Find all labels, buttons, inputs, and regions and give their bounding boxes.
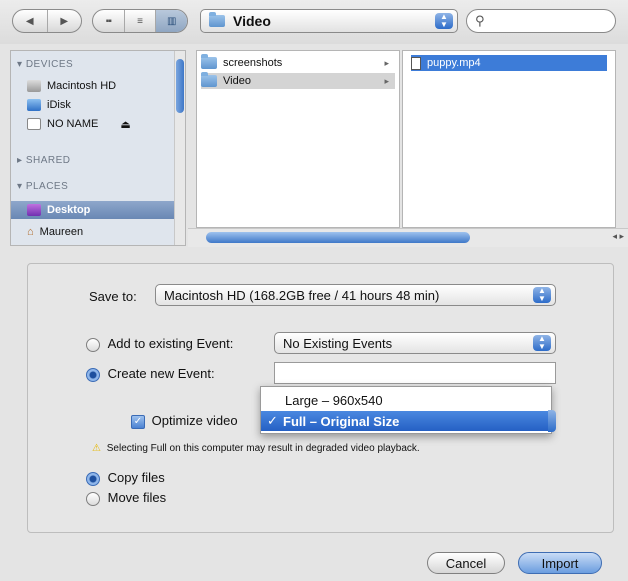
optimize-video-checkbox[interactable]: ✓ Optimize video [131, 413, 238, 429]
forward-button[interactable]: ▶ [48, 10, 82, 32]
popup-arrows-icon: ▲ ▼ [435, 13, 453, 29]
copy-files-radio[interactable]: Copy files [86, 470, 165, 486]
icon-view-button[interactable]: ▪▪ [93, 10, 125, 32]
sidebar-scrollbar[interactable] [174, 51, 185, 245]
cancel-button[interactable]: Cancel [427, 552, 505, 574]
sidebar-scroll-thumb[interactable] [176, 59, 184, 113]
add-existing-radio[interactable]: Add to existing Event: [86, 336, 233, 352]
radio-off-icon [86, 337, 100, 352]
move-files-radio[interactable]: Move files [86, 490, 166, 506]
chevron-right-icon: ▸ [384, 57, 389, 68]
disclosure-closed-icon: ▸ [17, 155, 26, 166]
search-icon: ⚲ [475, 13, 485, 28]
menu-item-full-original[interactable]: ✓ Full – Original Size [261, 411, 551, 431]
checkmark-icon: ✓ [267, 413, 278, 428]
scroll-arrows-icon[interactable]: ◂ ▸ [612, 231, 624, 242]
back-forward-control: ◀ ▶ [12, 9, 82, 33]
folder-icon [201, 54, 217, 69]
warning-icon: ⚠ [92, 443, 101, 454]
sidebar: ▾ DEVICES Macintosh HD iDisk NO NAME ⏏ ▸… [10, 50, 186, 246]
browser-horizontal-scrollbar[interactable]: ◂ ▸ [188, 228, 628, 247]
column-view-button[interactable]: ▥ [156, 10, 187, 32]
search-input[interactable]: ⚲ [466, 9, 616, 33]
radio-on-icon [86, 367, 100, 382]
eject-icon[interactable]: ⏏ [120, 118, 130, 131]
volume-icon [27, 118, 41, 130]
sidebar-header-places[interactable]: ▾ PLACES [17, 181, 68, 192]
toolbar: ◀ ▶ ▪▪ ≡ ▥ Video ▲ ▼ ⚲ [0, 0, 628, 44]
menu-item-large[interactable]: Large – 960x540 [261, 390, 551, 410]
back-button[interactable]: ◀ [13, 10, 48, 32]
list-view-icon: ≡ [137, 15, 143, 27]
save-to-label: Save to: [89, 289, 137, 304]
import-button[interactable]: Import [518, 552, 602, 574]
existing-events-value: No Existing Events [283, 335, 393, 351]
folder-icon [209, 12, 225, 27]
radio-off-icon [86, 491, 100, 506]
sidebar-item-idisk[interactable]: iDisk [27, 96, 71, 114]
save-to-popup[interactable]: Macintosh HD (168.2GB free / 41 hours 48… [155, 284, 556, 306]
new-event-name-field[interactable] [274, 362, 556, 384]
idisk-icon [27, 99, 41, 111]
view-mode-control: ▪▪ ≡ ▥ [92, 9, 188, 33]
browser-column-2: puppy.mp4 [402, 50, 616, 228]
warning-message: ⚠ Selecting Full on this computer may re… [92, 443, 420, 454]
home-icon: ⌂ [27, 226, 34, 238]
sidebar-header-devices[interactable]: ▾ DEVICES [17, 59, 73, 70]
disclosure-open-icon: ▾ [17, 59, 26, 70]
list-view-button[interactable]: ≡ [125, 10, 157, 32]
sidebar-item-no-name[interactable]: NO NAME ⏏ [27, 115, 131, 133]
save-to-value: Macintosh HD (168.2GB free / 41 hours 48… [164, 287, 440, 303]
desktop-icon [27, 204, 41, 216]
sidebar-header-shared[interactable]: ▸ SHARED [17, 155, 71, 166]
list-item-video[interactable]: Video ▸ [201, 72, 395, 89]
location-popup[interactable]: Video ▲ ▼ [200, 9, 458, 33]
popup-arrows-icon: ▲ ▼ [533, 287, 551, 303]
horizontal-scroll-thumb[interactable] [206, 232, 470, 243]
chevron-right-icon: ▸ [384, 75, 389, 86]
existing-events-popup[interactable]: No Existing Events ▲ ▼ [274, 332, 556, 354]
optimize-video-menu: Large – 960x540 ✓ Full – Original Size [260, 386, 552, 434]
column-view-icon: ▥ [166, 15, 177, 27]
browser-column-1: screenshots ▸ Video ▸ [196, 50, 400, 228]
sidebar-item-macintosh-hd[interactable]: Macintosh HD [27, 77, 116, 95]
popup-arrows-icon: ▲ ▼ [533, 335, 551, 351]
list-item-puppy-mp4[interactable]: puppy.mp4 [411, 55, 607, 71]
hard-drive-icon [27, 80, 41, 92]
optimize-popup-edge[interactable] [548, 410, 556, 432]
icon-view-icon: ▪▪ [105, 15, 112, 27]
location-label: Video [233, 13, 271, 29]
disclosure-open-icon: ▾ [17, 181, 26, 192]
sidebar-item-desktop[interactable]: Desktop [11, 201, 181, 219]
checkbox-checked-icon: ✓ [131, 414, 145, 429]
list-item-screenshots[interactable]: screenshots ▸ [201, 54, 395, 71]
radio-on-icon [86, 471, 100, 486]
video-file-icon [411, 56, 421, 70]
folder-icon [201, 72, 217, 87]
sidebar-item-maureen[interactable]: ⌂ Maureen [27, 223, 83, 241]
create-new-radio[interactable]: Create new Event: [86, 366, 215, 382]
